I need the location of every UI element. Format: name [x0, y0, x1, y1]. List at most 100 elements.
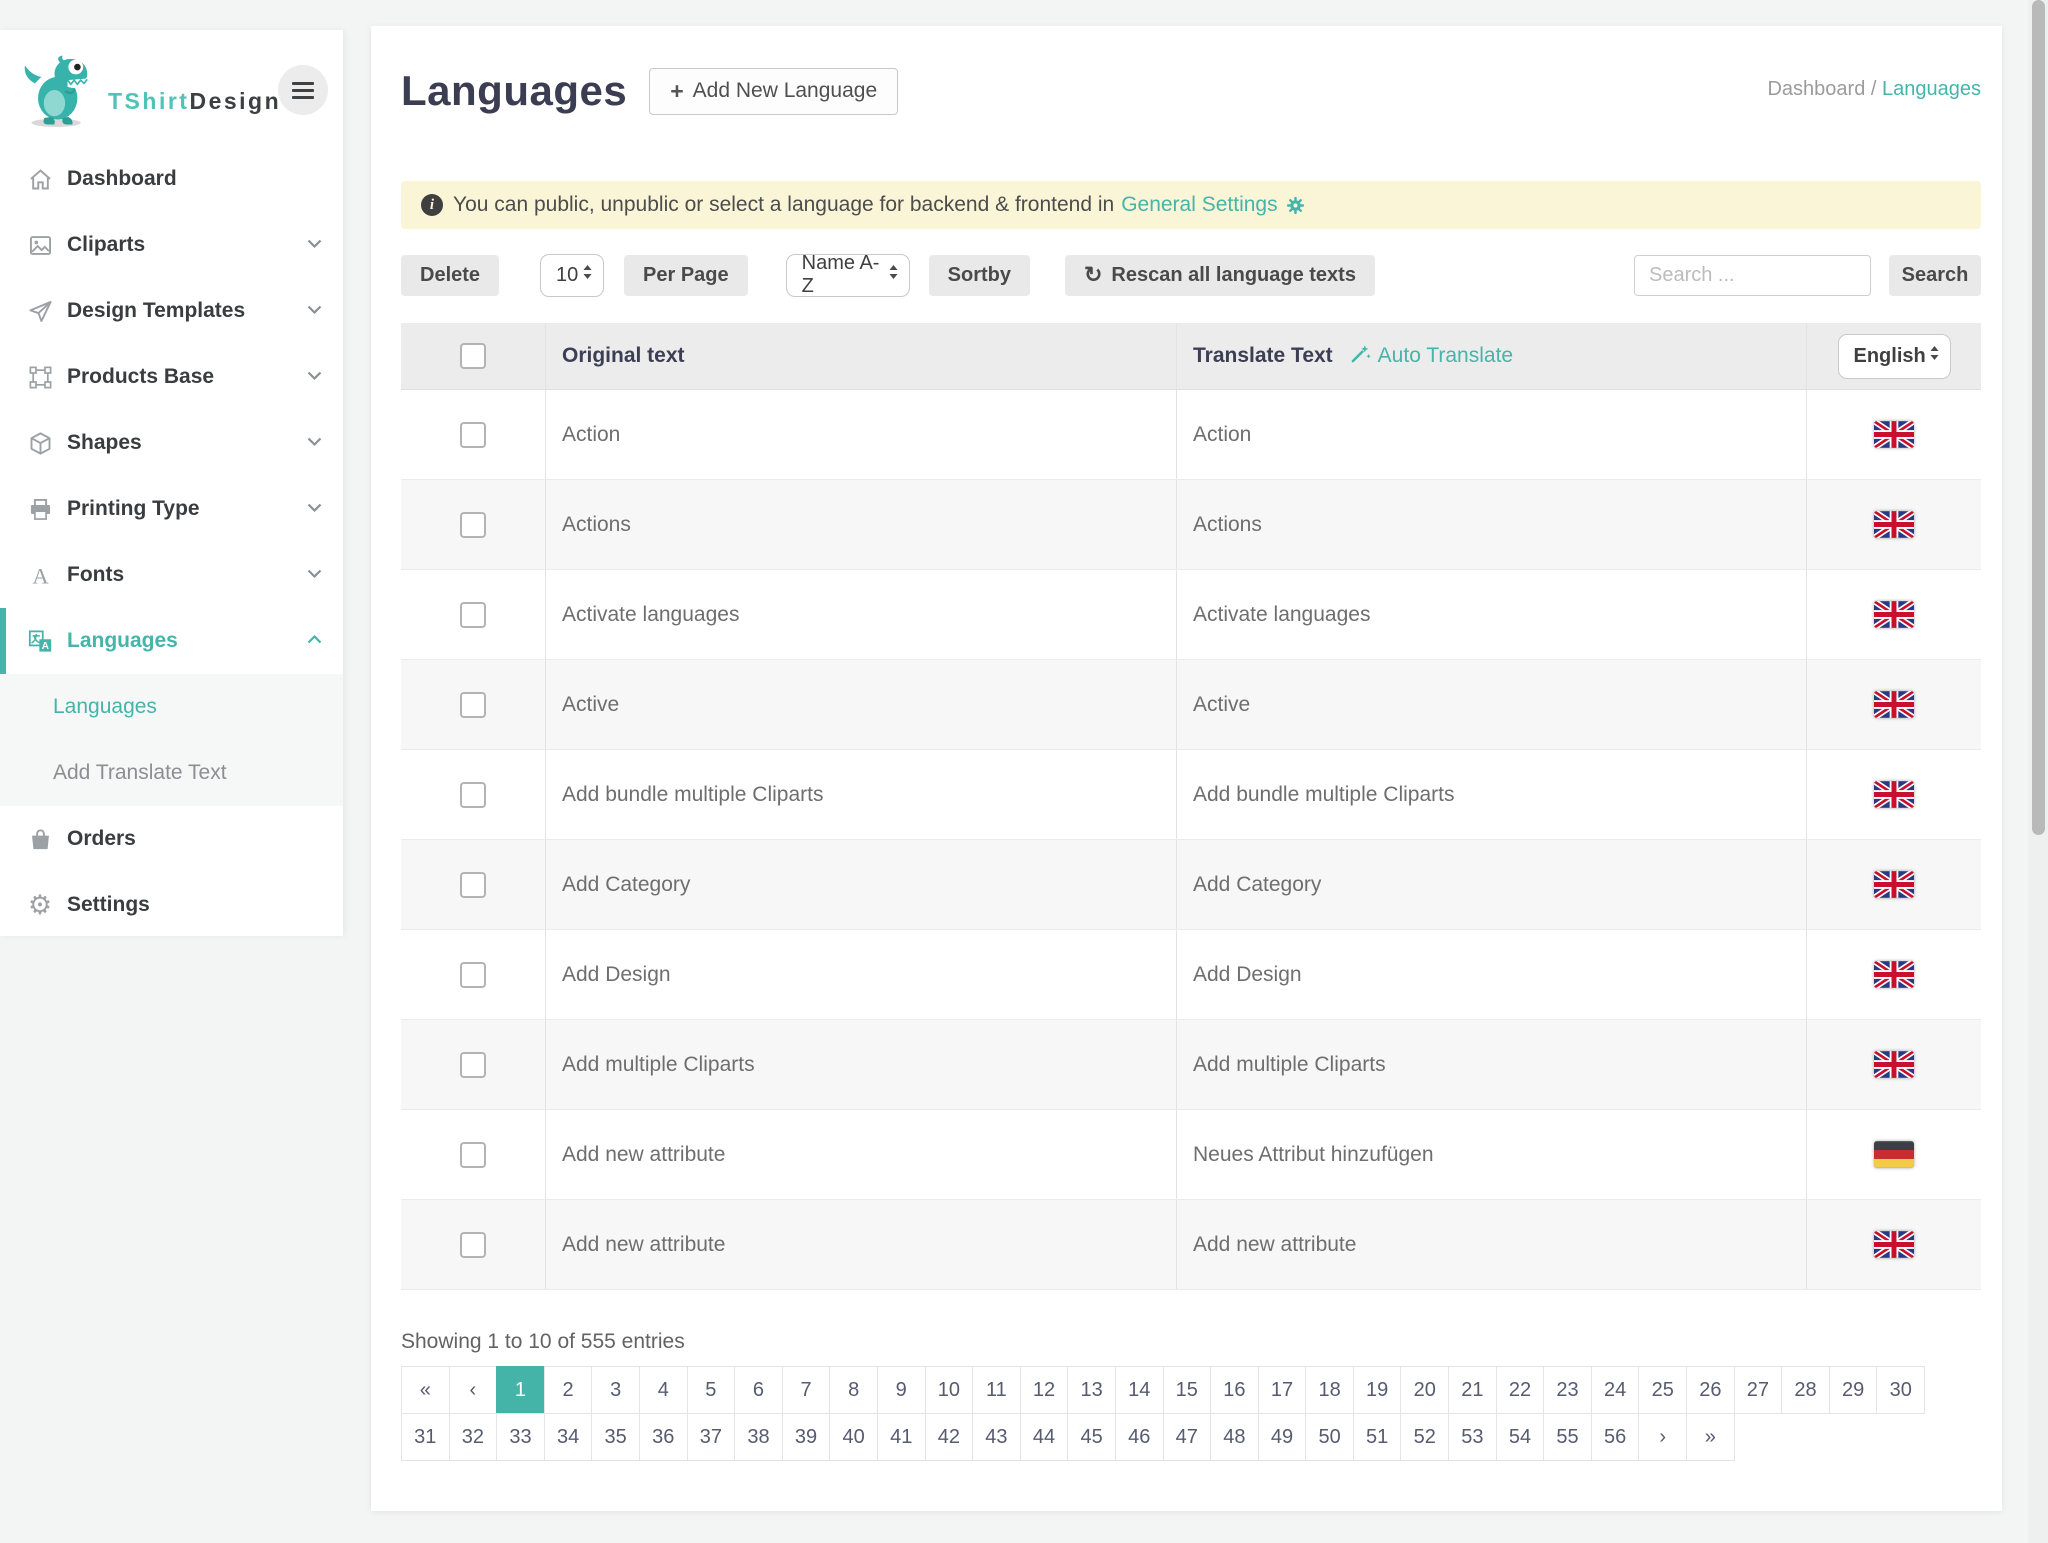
sortby-button[interactable]: Sortby [929, 255, 1030, 296]
row-checkbox[interactable] [460, 1142, 486, 1168]
page-button-31[interactable]: 31 [401, 1413, 450, 1461]
scrollbar-thumb[interactable] [2032, 0, 2045, 835]
page-button-28[interactable]: 28 [1781, 1366, 1830, 1414]
page-next-button[interactable]: › [1638, 1413, 1687, 1461]
page-button-5[interactable]: 5 [687, 1366, 736, 1414]
search-input[interactable] [1634, 255, 1871, 296]
row-checkbox[interactable] [460, 782, 486, 808]
sidebar-item-dashboard[interactable]: Dashboard [0, 146, 343, 212]
delete-button[interactable]: Delete [401, 255, 499, 296]
per-page-select[interactable]: 10 [540, 254, 604, 297]
page-button-20[interactable]: 20 [1400, 1366, 1449, 1414]
page-button-10[interactable]: 10 [925, 1366, 974, 1414]
page-button-9[interactable]: 9 [877, 1366, 926, 1414]
page-button-54[interactable]: 54 [1496, 1413, 1545, 1461]
page-button-1[interactable]: 1 [496, 1366, 545, 1414]
page-button-39[interactable]: 39 [782, 1413, 831, 1461]
page-button-45[interactable]: 45 [1067, 1413, 1116, 1461]
select-all-checkbox[interactable] [460, 343, 486, 369]
page-button-40[interactable]: 40 [829, 1413, 878, 1461]
sidebar-item-products-base[interactable]: Products Base [0, 344, 343, 410]
page-first-button[interactable]: « [401, 1366, 450, 1414]
page-button-19[interactable]: 19 [1353, 1366, 1402, 1414]
page-button-24[interactable]: 24 [1591, 1366, 1640, 1414]
page-button-18[interactable]: 18 [1305, 1366, 1354, 1414]
sidebar-subitem-add-translate-text[interactable]: Add Translate Text [0, 740, 343, 806]
page-button-46[interactable]: 46 [1115, 1413, 1164, 1461]
page-button-25[interactable]: 25 [1638, 1366, 1687, 1414]
page-button-4[interactable]: 4 [639, 1366, 688, 1414]
page-button-53[interactable]: 53 [1448, 1413, 1497, 1461]
sidebar-item-design-templates[interactable]: Design Templates [0, 278, 343, 344]
sidebar-subitem-languages[interactable]: Languages [0, 674, 343, 740]
page-button-51[interactable]: 51 [1353, 1413, 1402, 1461]
page-button-55[interactable]: 55 [1543, 1413, 1592, 1461]
sidebar-item-fonts[interactable]: AFonts [0, 542, 343, 608]
row-checkbox[interactable] [460, 962, 486, 988]
sidebar-item-cliparts[interactable]: Cliparts [0, 212, 343, 278]
sidebar-item-shapes[interactable]: Shapes [0, 410, 343, 476]
page-button-11[interactable]: 11 [972, 1366, 1021, 1414]
general-settings-link[interactable]: General Settings [1121, 193, 1277, 217]
language-select[interactable]: English [1838, 334, 1951, 379]
add-new-language-button[interactable]: + Add New Language [649, 68, 898, 115]
page-button-35[interactable]: 35 [591, 1413, 640, 1461]
row-checkbox[interactable] [460, 872, 486, 898]
page-button-43[interactable]: 43 [972, 1413, 1021, 1461]
page-button-33[interactable]: 33 [496, 1413, 545, 1461]
page-button-47[interactable]: 47 [1163, 1413, 1212, 1461]
row-checkbox[interactable] [460, 512, 486, 538]
row-checkbox[interactable] [460, 602, 486, 628]
search-button[interactable]: Search [1889, 255, 1981, 296]
page-button-16[interactable]: 16 [1210, 1366, 1259, 1414]
page-button-6[interactable]: 6 [734, 1366, 783, 1414]
page-button-29[interactable]: 29 [1829, 1366, 1878, 1414]
page-button-49[interactable]: 49 [1258, 1413, 1307, 1461]
page-button-17[interactable]: 17 [1258, 1366, 1307, 1414]
row-checkbox[interactable] [460, 1052, 486, 1078]
page-button-23[interactable]: 23 [1543, 1366, 1592, 1414]
page-button-22[interactable]: 22 [1496, 1366, 1545, 1414]
page-button-56[interactable]: 56 [1591, 1413, 1640, 1461]
page-button-7[interactable]: 7 [782, 1366, 831, 1414]
page-button-44[interactable]: 44 [1020, 1413, 1069, 1461]
sidebar-item-settings[interactable]: ⚙Settings [0, 872, 343, 938]
page-button-12[interactable]: 12 [1020, 1366, 1069, 1414]
page-button-13[interactable]: 13 [1067, 1366, 1116, 1414]
sort-select-value: Name A-Z [802, 252, 888, 298]
menu-toggle-button[interactable] [278, 65, 328, 115]
page-button-21[interactable]: 21 [1448, 1366, 1497, 1414]
page-button-42[interactable]: 42 [925, 1413, 974, 1461]
page-button-41[interactable]: 41 [877, 1413, 926, 1461]
page-button-14[interactable]: 14 [1115, 1366, 1164, 1414]
auto-translate-link[interactable]: Auto Translate [1350, 343, 1513, 370]
page-button-15[interactable]: 15 [1163, 1366, 1212, 1414]
page-prev-button[interactable]: ‹ [449, 1366, 498, 1414]
page-button-34[interactable]: 34 [544, 1413, 593, 1461]
sidebar-item-languages[interactable]: ALanguages [0, 608, 343, 674]
page-button-52[interactable]: 52 [1400, 1413, 1449, 1461]
sort-select[interactable]: Name A-Z [786, 254, 910, 297]
rescan-button[interactable]: ↻ Rescan all language texts [1065, 255, 1375, 296]
breadcrumb-dashboard[interactable]: Dashboard [1767, 78, 1865, 100]
page-button-26[interactable]: 26 [1686, 1366, 1735, 1414]
row-checkbox[interactable] [460, 692, 486, 718]
page-button-37[interactable]: 37 [687, 1413, 736, 1461]
page-button-36[interactable]: 36 [639, 1413, 688, 1461]
page-button-27[interactable]: 27 [1734, 1366, 1783, 1414]
sidebar-item-orders[interactable]: Orders [0, 806, 343, 872]
page-button-48[interactable]: 48 [1210, 1413, 1259, 1461]
row-checkbox[interactable] [460, 1232, 486, 1258]
page-button-32[interactable]: 32 [449, 1413, 498, 1461]
per-page-button[interactable]: Per Page [624, 255, 748, 296]
page-button-50[interactable]: 50 [1305, 1413, 1354, 1461]
page-button-30[interactable]: 30 [1876, 1366, 1925, 1414]
row-checkbox[interactable] [460, 422, 486, 448]
page-button-8[interactable]: 8 [829, 1366, 878, 1414]
font-icon: A [25, 560, 55, 590]
page-button-38[interactable]: 38 [734, 1413, 783, 1461]
page-last-button[interactable]: » [1686, 1413, 1735, 1461]
sidebar-item-printing-type[interactable]: Printing Type [0, 476, 343, 542]
page-button-3[interactable]: 3 [591, 1366, 640, 1414]
page-button-2[interactable]: 2 [544, 1366, 593, 1414]
